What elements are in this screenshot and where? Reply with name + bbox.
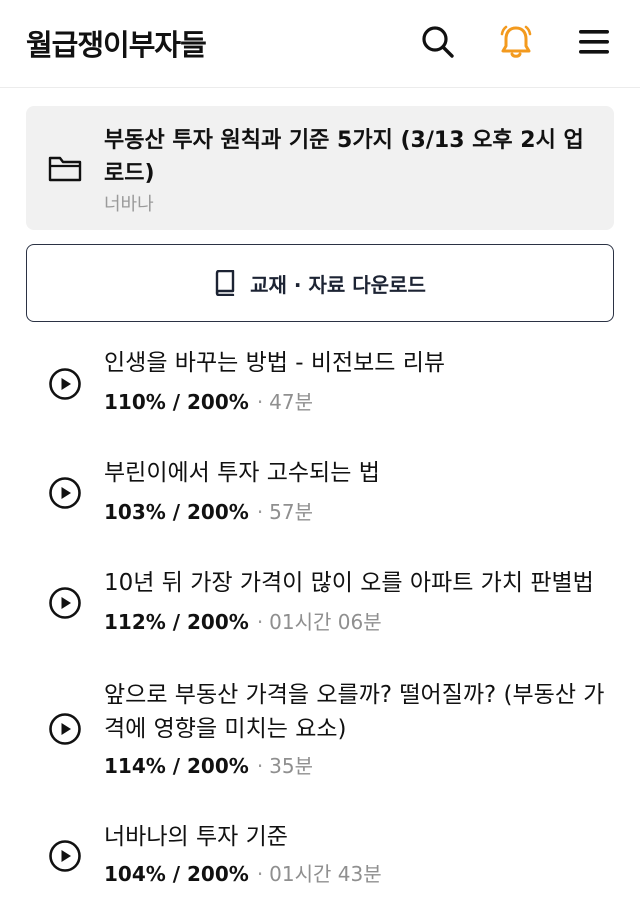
play-circle-icon bbox=[49, 477, 81, 509]
lesson-item[interactable]: 너바나의 투자 기준 104% / 200% · 01시간 43분 bbox=[0, 818, 640, 908]
lesson-item[interactable]: 10년 뒤 가장 가격이 많이 오를 아파트 가치 판별법 112% / 200… bbox=[0, 564, 640, 654]
course-title: 부동산 투자 원칙과 기준 5가지 (3/13 오후 2시 업로드) bbox=[104, 128, 584, 186]
lesson-progress: 104% / 200% bbox=[104, 862, 249, 886]
search-icon bbox=[422, 26, 454, 58]
course-card[interactable]: 부동산 투자 원칙과 기준 5가지 (3/13 오후 2시 업로드) 너바나 bbox=[26, 106, 614, 230]
folder-icon bbox=[48, 156, 82, 182]
play-circle-icon bbox=[49, 368, 81, 400]
lesson-meta: 110% / 200% · 47분 bbox=[104, 386, 313, 415]
download-label: 교재 · 자료 다운로드 bbox=[250, 272, 426, 297]
lesson-title: 앞으로 부동산 가격을 오를까? 떨어질까? (부동산 가격에 영향을 미치는 … bbox=[104, 682, 605, 742]
notification-button[interactable] bbox=[494, 20, 538, 64]
lesson-title: 인생을 바꾸는 방법 - 비전보드 리뷰 bbox=[104, 350, 446, 376]
lesson-item[interactable]: 부린이에서 투자 고수되는 법 103% / 200% · 57분 bbox=[0, 452, 640, 542]
lesson-duration: 35분 bbox=[269, 754, 314, 778]
app-header: 월급쟁이부자들 bbox=[0, 0, 640, 88]
download-materials-button[interactable]: 교재 · 자료 다운로드 bbox=[26, 244, 614, 322]
lesson-meta: 114% / 200% · 35분 bbox=[104, 750, 313, 779]
lesson-progress: 103% / 200% bbox=[104, 500, 249, 524]
play-circle-icon bbox=[49, 713, 81, 745]
play-circle-icon bbox=[49, 587, 81, 619]
lesson-duration: 47분 bbox=[269, 390, 314, 414]
menu-button[interactable] bbox=[572, 20, 616, 64]
separator-dot: · bbox=[256, 390, 264, 414]
separator-dot: · bbox=[256, 500, 264, 524]
lesson-progress: 112% / 200% bbox=[104, 610, 249, 634]
lesson-title: 부린이에서 투자 고수되는 법 bbox=[104, 460, 380, 486]
lesson-duration: 57분 bbox=[269, 500, 314, 524]
separator-dot: · bbox=[256, 862, 264, 886]
lesson-title: 10년 뒤 가장 가격이 많이 오를 아파트 가치 판별법 bbox=[104, 570, 594, 596]
bell-icon bbox=[500, 25, 532, 58]
course-author: 너바나 bbox=[104, 194, 154, 215]
lesson-item[interactable]: 앞으로 부동산 가격을 오를까? 떨어질까? (부동산 가격에 영향을 미치는 … bbox=[0, 674, 640, 794]
lesson-progress: 110% / 200% bbox=[104, 390, 249, 414]
play-circle-icon bbox=[49, 840, 81, 872]
lesson-meta: 103% / 200% · 57분 bbox=[104, 496, 313, 525]
menu-icon bbox=[579, 30, 609, 54]
lesson-meta: 104% / 200% · 01시간 43분 bbox=[104, 858, 382, 887]
search-button[interactable] bbox=[416, 20, 460, 64]
app-logo[interactable]: 월급쟁이부자들 bbox=[26, 22, 207, 64]
book-icon bbox=[215, 270, 235, 296]
lesson-duration: 01시간 43분 bbox=[269, 862, 382, 886]
separator-dot: · bbox=[256, 754, 264, 778]
lesson-title: 너바나의 투자 기준 bbox=[104, 824, 288, 850]
separator-dot: · bbox=[256, 610, 264, 634]
lesson-item[interactable]: 인생을 바꾸는 방법 - 비전보드 리뷰 110% / 200% · 47분 bbox=[0, 340, 640, 430]
lesson-duration: 01시간 06분 bbox=[269, 610, 382, 634]
lesson-meta: 112% / 200% · 01시간 06분 bbox=[104, 606, 382, 635]
lesson-progress: 114% / 200% bbox=[104, 754, 249, 778]
